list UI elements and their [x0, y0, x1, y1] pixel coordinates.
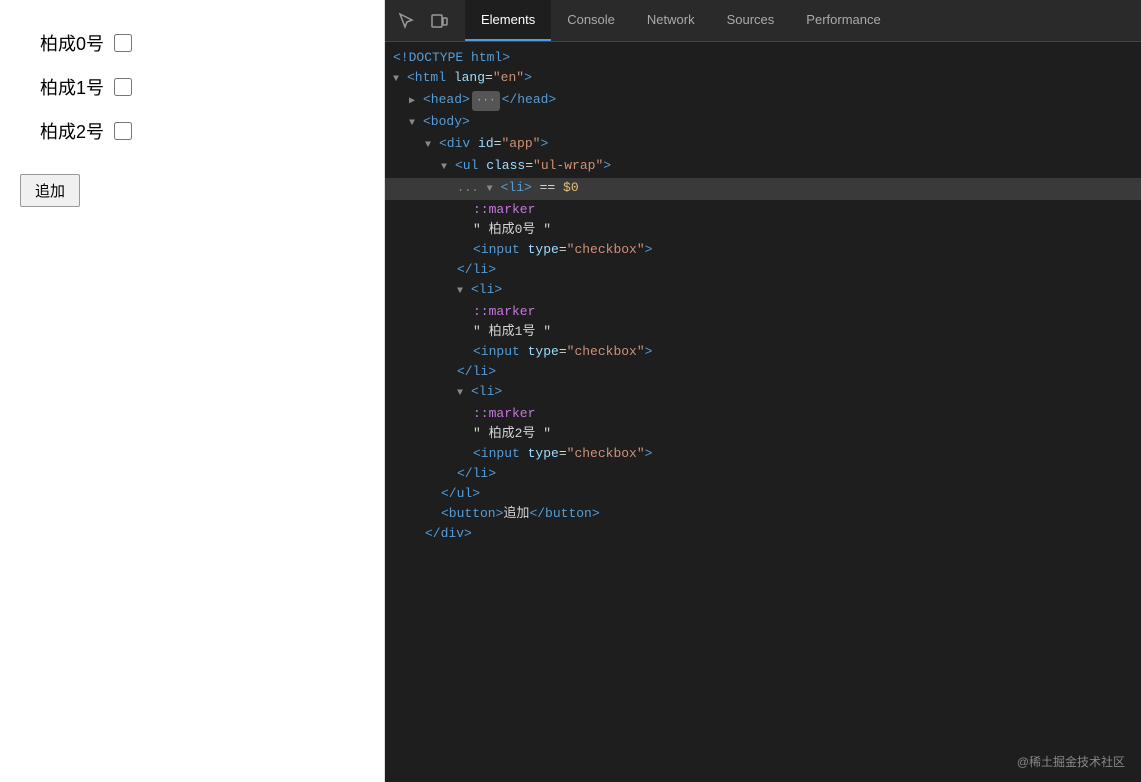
devtools-tabs: Elements Console Network Sources Perform… — [465, 0, 897, 41]
code-line-ul: ▼<ul class="ul-wrap"> — [385, 156, 1141, 178]
code-line-body: ▼<body> — [385, 112, 1141, 134]
tab-network[interactable]: Network — [631, 0, 711, 41]
code-line-li-1-close: </li> — [385, 362, 1141, 382]
list-item-1-label: 柏成1号 — [40, 74, 104, 100]
devtools-panel: Elements Console Network Sources Perform… — [385, 0, 1141, 782]
inspect-icon[interactable] — [393, 7, 421, 35]
code-area: <!DOCTYPE html> ▼<html lang="en"> ▶<head… — [385, 42, 1141, 782]
code-line-html: ▼<html lang="en"> — [385, 68, 1141, 90]
devtools-toolbar: Elements Console Network Sources Perform… — [385, 0, 1141, 42]
list-item-2-label: 柏成2号 — [40, 118, 104, 144]
code-line-li-2-close: </li> — [385, 464, 1141, 484]
code-line-li-1: ▼<li> — [385, 280, 1141, 302]
webpage-preview: 柏成0号 柏成1号 柏成2号 追加 — [0, 0, 385, 782]
list-items: 柏成0号 柏成1号 柏成2号 — [20, 30, 364, 144]
toolbar-icons — [393, 7, 453, 35]
code-line-marker-2: ::marker — [385, 404, 1141, 424]
tab-elements[interactable]: Elements — [465, 0, 551, 41]
list-item-2: 柏成2号 — [40, 118, 364, 144]
tab-sources[interactable]: Sources — [711, 0, 791, 41]
code-line-text-2: " 柏成2号 " — [385, 424, 1141, 444]
code-line-text-1: " 柏成1号 " — [385, 322, 1141, 342]
code-line-li-0-close: </li> — [385, 260, 1141, 280]
list-item-0: 柏成0号 — [40, 30, 364, 56]
code-line-li-0: ...▼<li> == $0 — [385, 178, 1141, 200]
tab-performance[interactable]: Performance — [790, 0, 896, 41]
code-line-li-2: ▼<li> — [385, 382, 1141, 404]
checkbox-0[interactable] — [114, 34, 132, 52]
checkbox-1[interactable] — [114, 78, 132, 96]
code-line-div-close: </div> — [385, 524, 1141, 544]
checkbox-2[interactable] — [114, 122, 132, 140]
code-line-div-app: ▼<div id="app"> — [385, 134, 1141, 156]
code-line-button: <button>追加</button> — [385, 504, 1141, 524]
watermark: @稀土掘金技术社区 — [1017, 753, 1125, 770]
code-line-input-1: <input type="checkbox"> — [385, 342, 1141, 362]
code-line-doctype: <!DOCTYPE html> — [385, 48, 1141, 68]
code-line-marker-0: ::marker — [385, 200, 1141, 220]
code-line-ul-close: </ul> — [385, 484, 1141, 504]
device-icon[interactable] — [425, 7, 453, 35]
list-item-1: 柏成1号 — [40, 74, 364, 100]
add-button[interactable]: 追加 — [20, 174, 80, 207]
code-line-head[interactable]: ▶<head>···</head> — [385, 90, 1141, 112]
code-line-marker-1: ::marker — [385, 302, 1141, 322]
tab-console[interactable]: Console — [551, 0, 631, 41]
code-line-input-2: <input type="checkbox"> — [385, 444, 1141, 464]
list-item-0-label: 柏成0号 — [40, 30, 104, 56]
code-line-text-0: " 柏成0号 " — [385, 220, 1141, 240]
code-line-input-0: <input type="checkbox"> — [385, 240, 1141, 260]
